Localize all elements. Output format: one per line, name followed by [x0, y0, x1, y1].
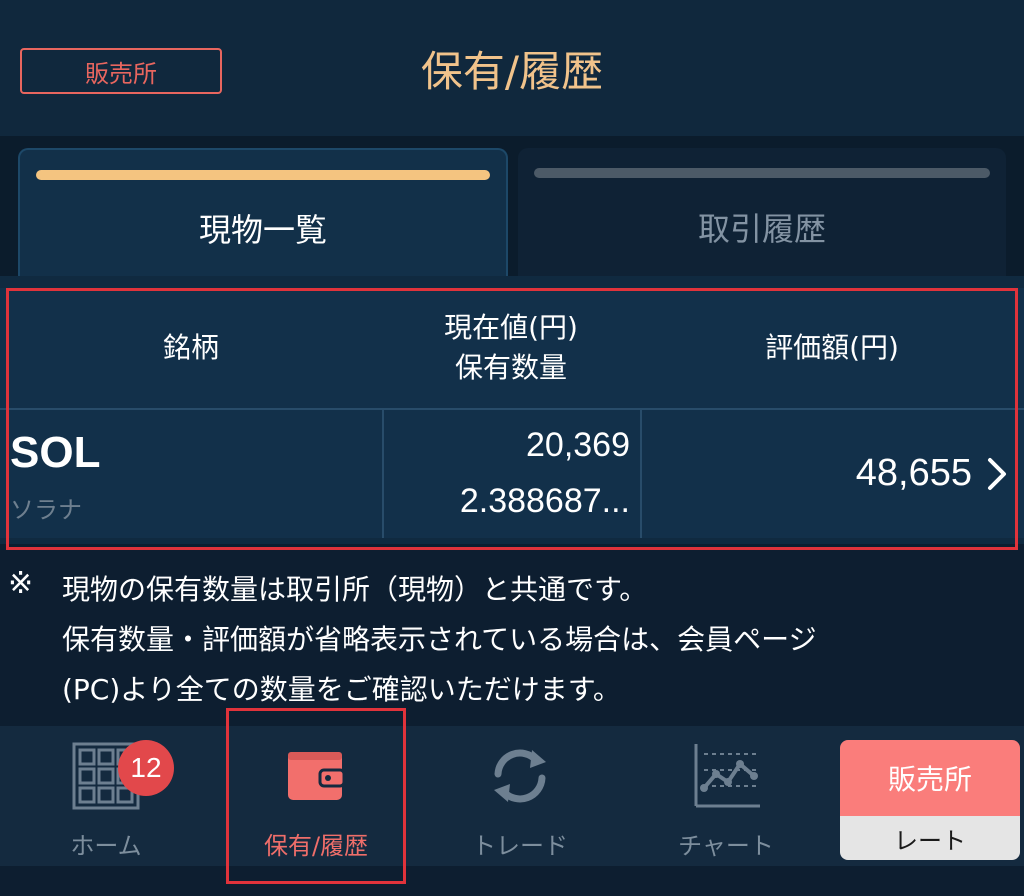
nav-label: ホーム: [70, 832, 142, 860]
note-line: (PC)より全ての数量をご確認いただけます。: [62, 673, 621, 706]
nav-label: 保有/履歴: [263, 832, 369, 860]
holdings-table: 銘柄 現在値(円) 保有数量 評価額(円) SOL ソラナ 20,369 2.3…: [0, 276, 1024, 544]
nav-label: トレード: [472, 832, 568, 860]
nav-item-trade[interactable]: トレード: [450, 726, 590, 866]
mode-badge[interactable]: 販売所: [20, 48, 222, 94]
note-line: 保有数量・評価額が省略表示されている場合は、会員ページ: [62, 623, 817, 656]
column-header-label: 現在値(円): [444, 311, 578, 344]
nav-item-chart[interactable]: チャート: [656, 726, 796, 866]
column-header-valuation: 評価額(円): [640, 288, 1024, 408]
tab-label: 取引履歴: [697, 210, 826, 248]
tab-active-indicator: [36, 170, 490, 180]
tab-trade-history[interactable]: 取引履歴: [518, 148, 1006, 276]
current-price: 20,369: [526, 426, 630, 464]
symbol-cell: SOL ソラナ: [0, 410, 382, 538]
valuation-cell: 48,655: [640, 410, 1024, 538]
note-mark: ※: [8, 566, 34, 601]
table-header: 銘柄 現在値(円) 保有数量 評価額(円): [0, 288, 1024, 408]
tab-inactive-indicator: [534, 168, 990, 178]
tab-spot-holdings[interactable]: 現物一覧: [18, 148, 508, 276]
rate-button-bottom-label: レート: [840, 816, 1020, 860]
price-quantity-cell: 20,369 2.388687...: [382, 410, 640, 538]
rate-button-top-label: 販売所: [840, 740, 1020, 816]
app-header: 販売所 保有/履歴: [0, 0, 1024, 136]
notification-badge: 12: [118, 740, 174, 796]
column-header-label: 保有数量: [454, 351, 567, 384]
valuation-amount: 48,655: [855, 452, 972, 494]
column-header-label: 評価額(円): [765, 331, 899, 364]
chevron-right-icon[interactable]: [982, 456, 1012, 492]
column-header-symbol: 銘柄: [0, 288, 382, 408]
exchange-arrows-icon: [494, 749, 546, 803]
nav-item-holdings-history[interactable]: 保有/履歴: [236, 726, 396, 866]
holding-quantity: 2.388687...: [459, 482, 630, 520]
table-row[interactable]: SOL ソラナ 20,369 2.388687... 48,655: [0, 408, 1024, 538]
symbol-ticker: SOL: [10, 428, 101, 477]
tab-bar: 現物一覧 取引履歴: [0, 136, 1024, 276]
nav-label: チャート: [678, 832, 774, 860]
dealer-rate-button[interactable]: 販売所 レート: [840, 740, 1020, 860]
wallet-icon: [288, 752, 346, 800]
notes: ※ 現物の保有数量は取引所（現物）と共通です。 保有数量・評価額が省略表示されて…: [0, 556, 1024, 718]
line-chart-icon: [694, 744, 760, 808]
column-header-label: 銘柄: [162, 331, 219, 364]
tab-label: 現物一覧: [198, 211, 327, 249]
nav-item-home[interactable]: ホーム 12: [40, 726, 174, 866]
note-line: 現物の保有数量は取引所（現物）と共通です。: [62, 573, 648, 606]
column-header-price-quantity: 現在値(円) 保有数量: [382, 288, 640, 408]
symbol-name: ソラナ: [10, 496, 82, 524]
page-title: 保有/履歴: [420, 47, 604, 96]
